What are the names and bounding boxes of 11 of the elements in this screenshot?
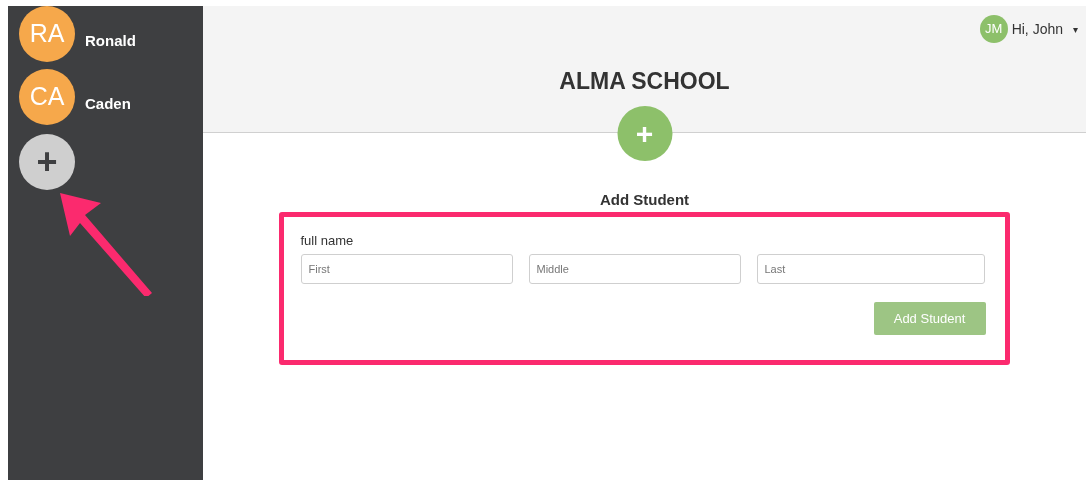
add-student-button[interactable]: + (19, 134, 75, 190)
student-name[interactable]: Caden (85, 93, 131, 116)
user-greeting[interactable]: Hi, John (1011, 18, 1063, 40)
student-name[interactable]: Ronald (85, 30, 136, 53)
name-input-field[interactable]: First (300, 254, 513, 284)
dropdown-caret[interactable]: ▾ (1073, 21, 1078, 37)
name-input-field[interactable]: Middle (528, 254, 741, 284)
field-label: full name (300, 231, 354, 250)
form-title: Add Student (599, 190, 690, 210)
school-title: ALMA SCHOOL (559, 67, 730, 96)
name-input-field[interactable]: Last (756, 254, 985, 284)
